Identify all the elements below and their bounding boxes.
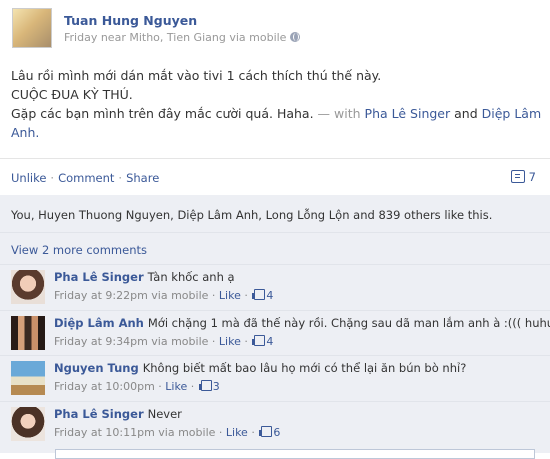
comment-time[interactable]: Friday at 9:34pm via mobile bbox=[54, 335, 208, 348]
feedback-area: You, Huyen Thuong Nguyen, Diệp Lâm Anh, … bbox=[0, 195, 550, 453]
comment-item: Pha Lê Singer Never Friday at 10:11pm via… bbox=[0, 404, 550, 448]
commenter-name[interactable]: Pha Lê Singer bbox=[54, 270, 144, 284]
comment-time[interactable]: Friday at 9:22pm via mobile bbox=[54, 289, 208, 302]
share-link[interactable]: Share bbox=[126, 171, 159, 185]
post-text: Lâu rồi mình mới dán mắt vào tivi 1 cách… bbox=[11, 66, 541, 142]
comment-text: Không biết mất bao lâu họ mới có thể lại… bbox=[142, 361, 467, 375]
commenter-avatar[interactable] bbox=[11, 316, 45, 350]
post-meta-text: Friday near Mitho, Tien Giang via mobile bbox=[64, 31, 287, 44]
comment-like-count[interactable]: 3 bbox=[213, 380, 220, 393]
comment-like-link[interactable]: Like bbox=[219, 335, 241, 348]
divider bbox=[0, 310, 550, 311]
comment-like-link[interactable]: Like bbox=[226, 426, 248, 439]
author-avatar[interactable] bbox=[12, 8, 52, 48]
divider bbox=[0, 355, 550, 356]
commenter-name[interactable]: Diệp Lâm Anh bbox=[54, 316, 144, 330]
post-actions: Unlike · Comment · Share bbox=[11, 171, 159, 185]
comment-item: Diệp Lâm Anh Mới chặng 1 mà đã thế này rồ… bbox=[0, 313, 550, 357]
comment-body: Pha Lê Singer Never bbox=[54, 407, 182, 421]
comment-like-link[interactable]: Like bbox=[219, 289, 241, 302]
divider bbox=[0, 232, 550, 233]
comment-like-count[interactable]: 6 bbox=[273, 426, 280, 439]
tag-diep-lam-anh-part1[interactable]: Diệp Lâm bbox=[482, 106, 542, 121]
comment-meta: Friday at 10:00pm · Like · 3 bbox=[54, 380, 220, 393]
post-meta: Friday near Mitho, Tien Giang via mobile bbox=[64, 31, 301, 44]
commenter-avatar[interactable] bbox=[11, 270, 45, 304]
thumbs-up-icon bbox=[252, 289, 266, 300]
post-text-line-3: Gặp các bạn mình trên đây mắc cười quá. … bbox=[11, 104, 541, 123]
tag-diep-lam-anh-part2[interactable]: Anh. bbox=[11, 123, 541, 142]
comment-like-count[interactable]: 4 bbox=[266, 289, 273, 302]
tag-pha-le-singer[interactable]: Pha Lê Singer bbox=[365, 106, 451, 121]
comment-body: Pha Lê Singer Tàn khốc anh ạ bbox=[54, 270, 235, 284]
thumbs-up-icon bbox=[252, 335, 266, 346]
separator-dot: · bbox=[50, 171, 55, 185]
write-comment-input[interactable] bbox=[55, 449, 535, 459]
commenter-avatar[interactable] bbox=[11, 407, 45, 441]
comment-time[interactable]: Friday at 10:11pm via mobile bbox=[54, 426, 215, 439]
commenter-avatar[interactable] bbox=[11, 361, 45, 395]
divider bbox=[0, 158, 550, 159]
comment-text: Never bbox=[147, 407, 182, 421]
comment-count[interactable]: 7 bbox=[510, 170, 536, 184]
post-text-line-3-content: Gặp các bạn mình trên đây mắc cười quá. … bbox=[11, 106, 314, 121]
unlike-link[interactable]: Unlike bbox=[11, 171, 46, 185]
comment-time[interactable]: Friday at 10:00pm bbox=[54, 380, 155, 393]
author-name[interactable]: Tuan Hung Nguyen bbox=[64, 13, 197, 28]
comment-icon bbox=[510, 170, 525, 183]
and-label: and bbox=[454, 106, 478, 121]
comment-link[interactable]: Comment bbox=[58, 171, 114, 185]
comment-meta: Friday at 10:11pm via mobile · Like · 6 bbox=[54, 426, 281, 439]
post-header: Tuan Hung Nguyen Friday near Mitho, Tien… bbox=[0, 0, 550, 60]
comment-like-count[interactable]: 4 bbox=[266, 335, 273, 348]
comment-meta: Friday at 9:22pm via mobile · Like · 4 bbox=[54, 289, 274, 302]
with-label: — with bbox=[317, 106, 361, 121]
thumbs-up-icon bbox=[198, 380, 212, 391]
comment-item: Nguyen Tung Không biết mất bao lâu họ mới… bbox=[0, 358, 550, 402]
comment-text: Mới chặng 1 mà đã thế này rồi. Chặng sau… bbox=[147, 316, 550, 330]
commenter-name[interactable]: Pha Lê Singer bbox=[54, 407, 144, 421]
divider bbox=[0, 401, 550, 402]
comment-meta: Friday at 9:34pm via mobile · Like · 4 bbox=[54, 335, 274, 348]
comment-body: Diệp Lâm Anh Mới chặng 1 mà đã thế này rồ… bbox=[54, 316, 550, 330]
post-text-line-1: Lâu rồi mình mới dán mắt vào tivi 1 cách… bbox=[11, 68, 382, 83]
comment-like-link[interactable]: Like bbox=[165, 380, 187, 393]
commenter-name[interactable]: Nguyen Tung bbox=[54, 361, 139, 375]
comment-body: Nguyen Tung Không biết mất bao lâu họ mới… bbox=[54, 361, 466, 375]
comment-item: Pha Lê Singer Tàn khốc anh ạ Friday at 9:… bbox=[0, 267, 550, 311]
thumbs-up-icon bbox=[259, 426, 273, 437]
divider bbox=[0, 264, 550, 265]
comment-text: Tàn khốc anh ạ bbox=[147, 270, 235, 284]
separator-dot: · bbox=[118, 171, 123, 185]
likes-summary[interactable]: You, Huyen Thuong Nguyen, Diệp Lâm Anh, … bbox=[11, 208, 492, 222]
globe-icon[interactable] bbox=[290, 32, 301, 42]
view-more-comments-link[interactable]: View 2 more comments bbox=[11, 243, 147, 257]
comment-count-value: 7 bbox=[528, 170, 536, 184]
post-text-line-2: CUỘC ĐUA KỲ THÚ. bbox=[11, 87, 133, 102]
